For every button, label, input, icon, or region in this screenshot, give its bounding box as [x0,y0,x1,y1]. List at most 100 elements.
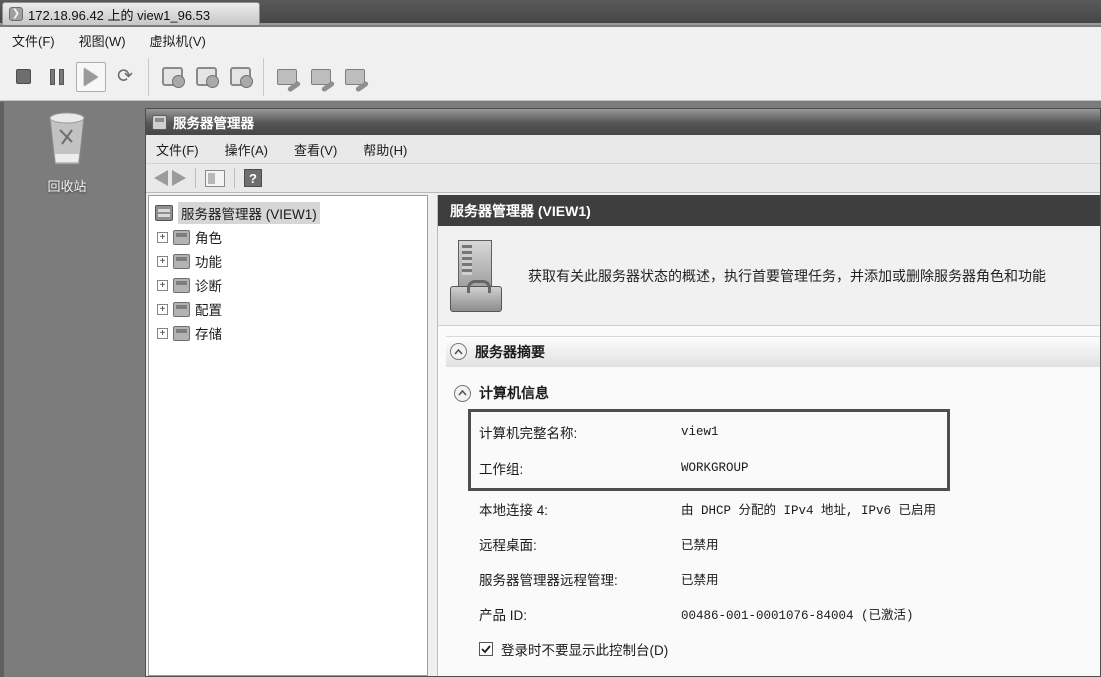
sm-menu-file[interactable]: 文件(F) [156,140,199,159]
server-summary-header[interactable]: 服务器摘要 [446,337,1100,367]
sm-menu-action[interactable]: 操作(A) [225,140,268,159]
sm-menu-help[interactable]: 帮助(H) [363,140,407,159]
tree-root-server-manager[interactable]: 服务器管理器 (VIEW1) [153,201,427,225]
info-row-remote-management: 服务器管理器远程管理: 已禁用 [479,561,1100,596]
tree-item-label: 诊断 [195,279,222,294]
console-tab-title: 172.18.96.42 上的 view1_96.53 [28,7,211,23]
help-icon[interactable]: ? [244,169,262,187]
server-manager-node-icon [155,205,173,221]
tree-item-diagnostics[interactable]: + 诊断 [153,273,427,297]
expand-icon[interactable]: + [157,255,168,267]
overview-description: 获取有关此服务器状态的概述，执行首要管理任务，并添加或删除服务器角色和功能 [528,267,1046,284]
console-tab-bar: ❯ 172.18.96.42 上的 view1_96.53 [0,0,1101,25]
tree-item-label: 功能 [195,255,222,270]
power-on-icon [84,67,98,86]
forward-icon[interactable] [172,170,186,186]
row-value: 由 DHCP 分配的 IPv4 地址, IPv6 已启用 [681,504,937,518]
summary-content: 服务器摘要 计算机信息 计算机完整名称: view1 工作组: WORKGROU… [438,326,1100,676]
toolbar-separator [234,168,235,188]
server-manager-window: 服务器管理器 文件(F) 操作(A) 查看(V) 帮助(H) ? 服务器管理器 … [145,108,1101,677]
dont-show-console-label: 登录时不要显示此控制台(D) [501,643,669,658]
vmware-console-icon: ❯ [9,7,23,21]
server-toolbox-icon [450,239,508,312]
suspend-button[interactable] [42,62,72,92]
configuration-icon [173,301,190,317]
computer-info-header[interactable]: 计算机信息 [454,379,1100,407]
info-rows: 本地连接 4: 由 DHCP 分配的 IPv4 地址, IPv6 已启用 远程桌… [479,491,1100,631]
edit-settings-button[interactable] [272,62,302,92]
recycle-bin[interactable]: 回收站 [24,110,110,195]
tree-item-configuration[interactable]: + 配置 [153,297,427,321]
expand-icon[interactable]: + [157,327,168,339]
manage-devices-button[interactable] [340,62,370,92]
row-label: 工作组: [479,462,524,477]
tree-item-roles[interactable]: + 角色 [153,225,427,249]
collapse-icon[interactable] [454,384,471,402]
console-menubar: 文件(F) 视图(W) 虚拟机(V) [0,27,1101,53]
manage-snapshots-icon [229,67,253,88]
expand-icon[interactable]: + [157,231,168,243]
diagnostics-icon [173,277,190,293]
row-value: 已禁用 [681,574,719,588]
take-snapshot-icon [161,67,185,88]
row-value: 已禁用 [681,539,719,553]
tree-item-storage[interactable]: + 存储 [153,321,427,345]
manage-snapshots-button[interactable] [225,62,255,92]
server-summary-section: 服务器摘要 计算机信息 计算机完整名称: view1 工作组: WORKGROU… [446,336,1100,659]
server-manager-menubar: 文件(F) 操作(A) 查看(V) 帮助(H) [146,135,1100,164]
expand-icon[interactable]: + [157,303,168,315]
row-value: WORKGROUP [681,461,749,475]
dont-show-console-checkbox[interactable] [479,642,493,656]
server-manager-titlebar[interactable]: 服务器管理器 [146,109,1100,135]
console-menu-vm[interactable]: 虚拟机(V) [150,31,206,50]
take-snapshot-button[interactable] [157,62,187,92]
row-label: 本地连接 4: [479,502,549,518]
details-pane-header: 服务器管理器 (VIEW1) [438,195,1100,226]
power-off-icon [15,69,31,84]
server-manager-toolbar: ? [146,164,1100,193]
server-manager-body: 服务器管理器 (VIEW1) + 角色 + 功能 + 诊断 + 配置 + 存储 … [146,193,1100,676]
computer-info-title: 计算机信息 [479,385,549,401]
dont-show-console-option: 登录时不要显示此控制台(D) [479,639,1100,659]
server-summary-title: 服务器摘要 [475,343,545,360]
info-row-product-id: 产品 ID: 00486-001-0001076-84004 (已激活) [479,596,1100,631]
power-on-button[interactable] [76,61,106,92]
install-tools-button[interactable] [306,62,336,92]
tree-item-label: 角色 [195,231,222,246]
tree-item-label: 配置 [195,303,222,318]
back-icon[interactable] [154,170,168,186]
suspend-icon [50,68,64,85]
tree-item-features[interactable]: + 功能 [153,249,427,273]
show-console-tree-icon[interactable] [205,169,225,187]
server-manager-app-icon [152,114,167,130]
power-off-button[interactable] [8,62,38,92]
revert-snapshot-button[interactable] [191,62,221,92]
reset-button[interactable]: ⟳ [110,62,140,92]
console-tab[interactable]: ❯ 172.18.96.42 上的 view1_96.53 [2,2,260,25]
row-label: 计算机完整名称: [479,426,578,441]
features-icon [173,253,190,269]
tree-root-label: 服务器管理器 (VIEW1) [178,202,320,224]
recycle-bin-icon [49,112,85,165]
manage-devices-icon [345,68,365,85]
install-tools-icon [311,68,331,85]
server-manager-title: 服务器管理器 [173,116,254,131]
toolbar-separator [148,57,149,96]
overview-band: 获取有关此服务器状态的概述，执行首要管理任务，并添加或删除服务器角色和功能 [438,226,1100,326]
collapse-icon[interactable] [450,343,467,360]
revert-snapshot-icon [195,67,219,88]
console-menu-view[interactable]: 视图(W) [79,31,126,50]
guest-desktop: 回收站 服务器管理器 文件(F) 操作(A) 查看(V) 帮助(H) ? 服务器… [0,102,1101,677]
sm-menu-view[interactable]: 查看(V) [294,140,337,159]
expand-icon[interactable]: + [157,279,168,291]
details-pane: 服务器管理器 (VIEW1) 获取有关此服务器状态的概述，执行首要管理任务，并添… [437,195,1100,676]
toolbar-separator [195,168,196,188]
details-pane-title: 服务器管理器 (VIEW1) [450,202,591,219]
toolbar-separator [263,57,264,96]
storage-icon [173,325,190,341]
tree-item-label: 存储 [195,327,222,342]
console-menu-file[interactable]: 文件(F) [12,31,55,50]
console-tree-pane: 服务器管理器 (VIEW1) + 角色 + 功能 + 诊断 + 配置 + 存储 [148,195,428,676]
row-label: 服务器管理器远程管理: [479,572,618,588]
highlight-annotation-box: 计算机完整名称: view1 工作组: WORKGROUP [468,409,950,491]
